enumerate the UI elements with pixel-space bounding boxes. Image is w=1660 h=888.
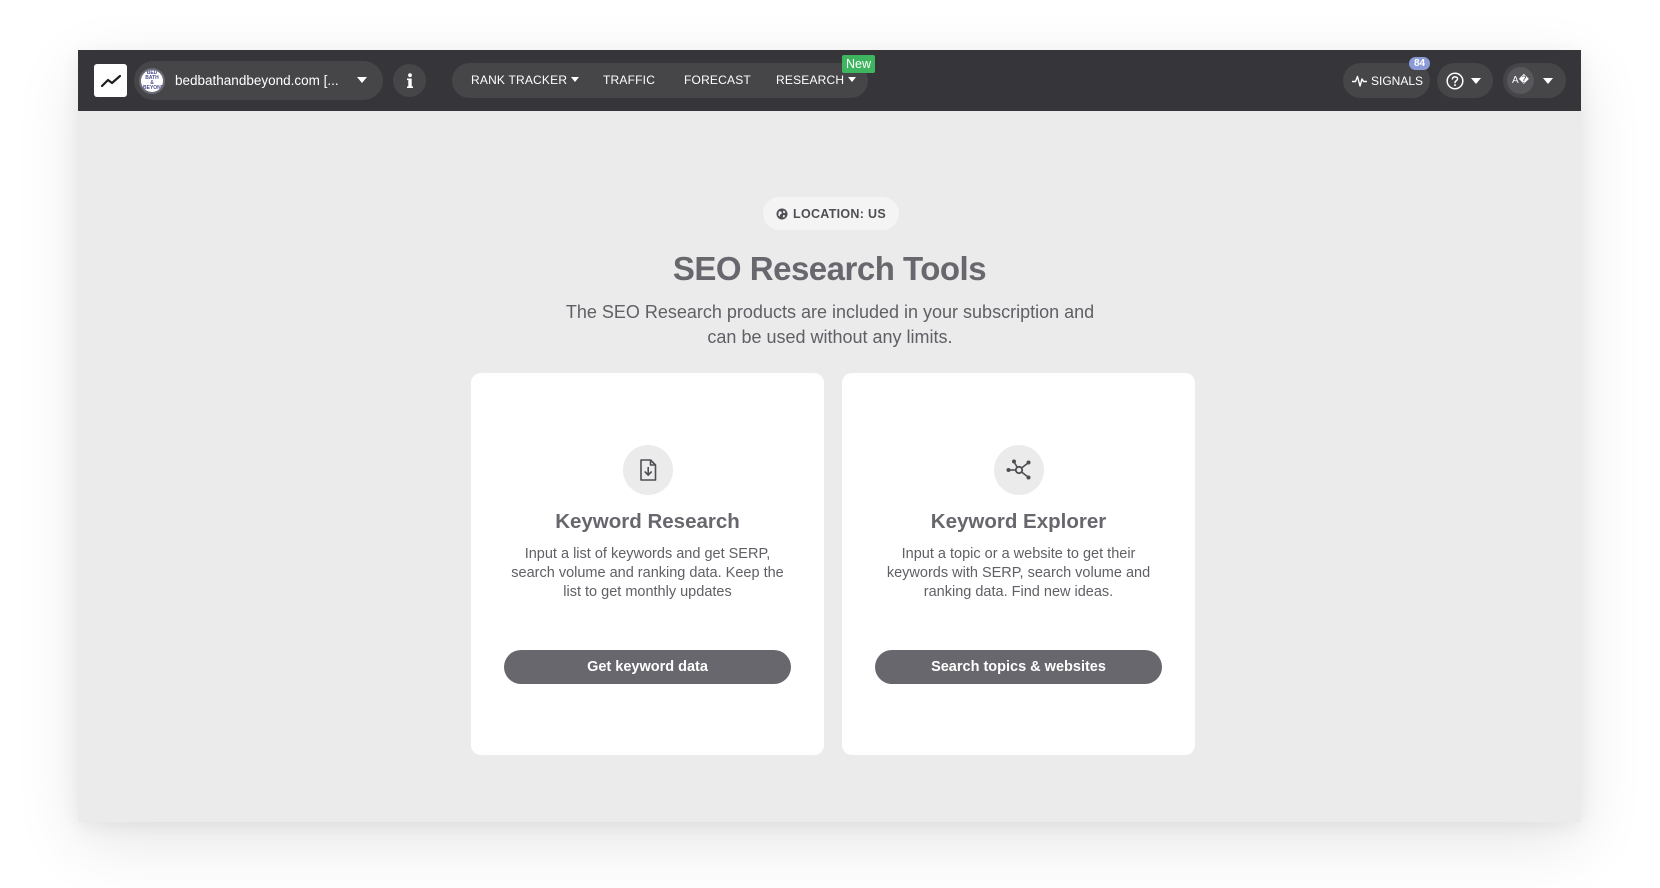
trend-line-icon [100, 74, 121, 87]
site-avatar-text: BED BATH & BEYOND [143, 69, 165, 91]
nav-rank-tracker-label: RANK TRACKER [471, 73, 568, 87]
keyword-explorer-card: Keyword Explorer Input a topic or a webs… [842, 373, 1195, 755]
info-button[interactable] [393, 64, 426, 97]
card-title: Keyword Research [555, 510, 740, 533]
location-label: LOCATION: US [793, 206, 886, 221]
page-title: SEO Research Tools [672, 250, 987, 287]
app-logo[interactable] [94, 64, 127, 97]
site-avatar: BED BATH & BEYOND [139, 67, 165, 94]
signals-count-badge: 84 [1409, 57, 1431, 70]
top-navigation-bar: BED BATH & BEYOND bedbathandbeyond.com [… [78, 50, 1581, 111]
nav-traffic[interactable]: TRAFFIC [603, 63, 655, 98]
site-name: bedbathandbeyond.com [... [175, 73, 339, 88]
globe-icon [776, 208, 788, 220]
card-description: Input a list of keywords and get SERP, s… [511, 546, 784, 600]
app-window: BED BATH & BEYOND bedbathandbeyond.com [… [78, 50, 1581, 822]
help-menu-button[interactable] [1437, 63, 1493, 98]
network-nodes-icon [994, 445, 1044, 495]
question-circle-icon [1446, 71, 1464, 90]
pulse-icon [1352, 75, 1367, 87]
nav-forecast-label: FORECAST [684, 73, 751, 87]
chevron-down-icon [571, 77, 580, 82]
user-avatar: A� [1507, 67, 1534, 94]
card-title: Keyword Explorer [930, 510, 1107, 533]
chevron-down-icon [357, 77, 367, 83]
page-subtitle: The SEO Research products are included i… [565, 302, 1095, 347]
main-nav: RANK TRACKER TRAFFIC FORECAST RESEARCH [452, 63, 868, 98]
nav-traffic-label: TRAFFIC [603, 73, 656, 87]
keyword-research-card: Keyword Research Input a list of keyword… [471, 373, 824, 755]
nav-forecast[interactable]: FORECAST [684, 63, 751, 98]
card-description: Input a topic or a website to get their … [886, 546, 1151, 600]
chevron-down-icon [848, 77, 857, 82]
location-selector[interactable]: LOCATION: US [763, 197, 899, 230]
search-topics-websites-button[interactable]: Search topics & websites [875, 650, 1162, 684]
site-selector[interactable]: BED BATH & BEYOND bedbathandbeyond.com [… [134, 61, 383, 100]
signals-label: SIGNALS [1371, 73, 1424, 88]
file-download-icon [623, 445, 673, 495]
info-icon [406, 72, 413, 88]
nav-rank-tracker[interactable]: RANK TRACKER [471, 63, 580, 98]
user-menu-button[interactable]: A� [1503, 63, 1566, 98]
chevron-down-icon [1543, 78, 1553, 84]
new-badge: New [842, 55, 876, 73]
nav-research-label: RESEARCH [776, 73, 845, 87]
chevron-down-icon [1471, 78, 1481, 84]
get-keyword-data-button[interactable]: Get keyword data [504, 650, 791, 684]
